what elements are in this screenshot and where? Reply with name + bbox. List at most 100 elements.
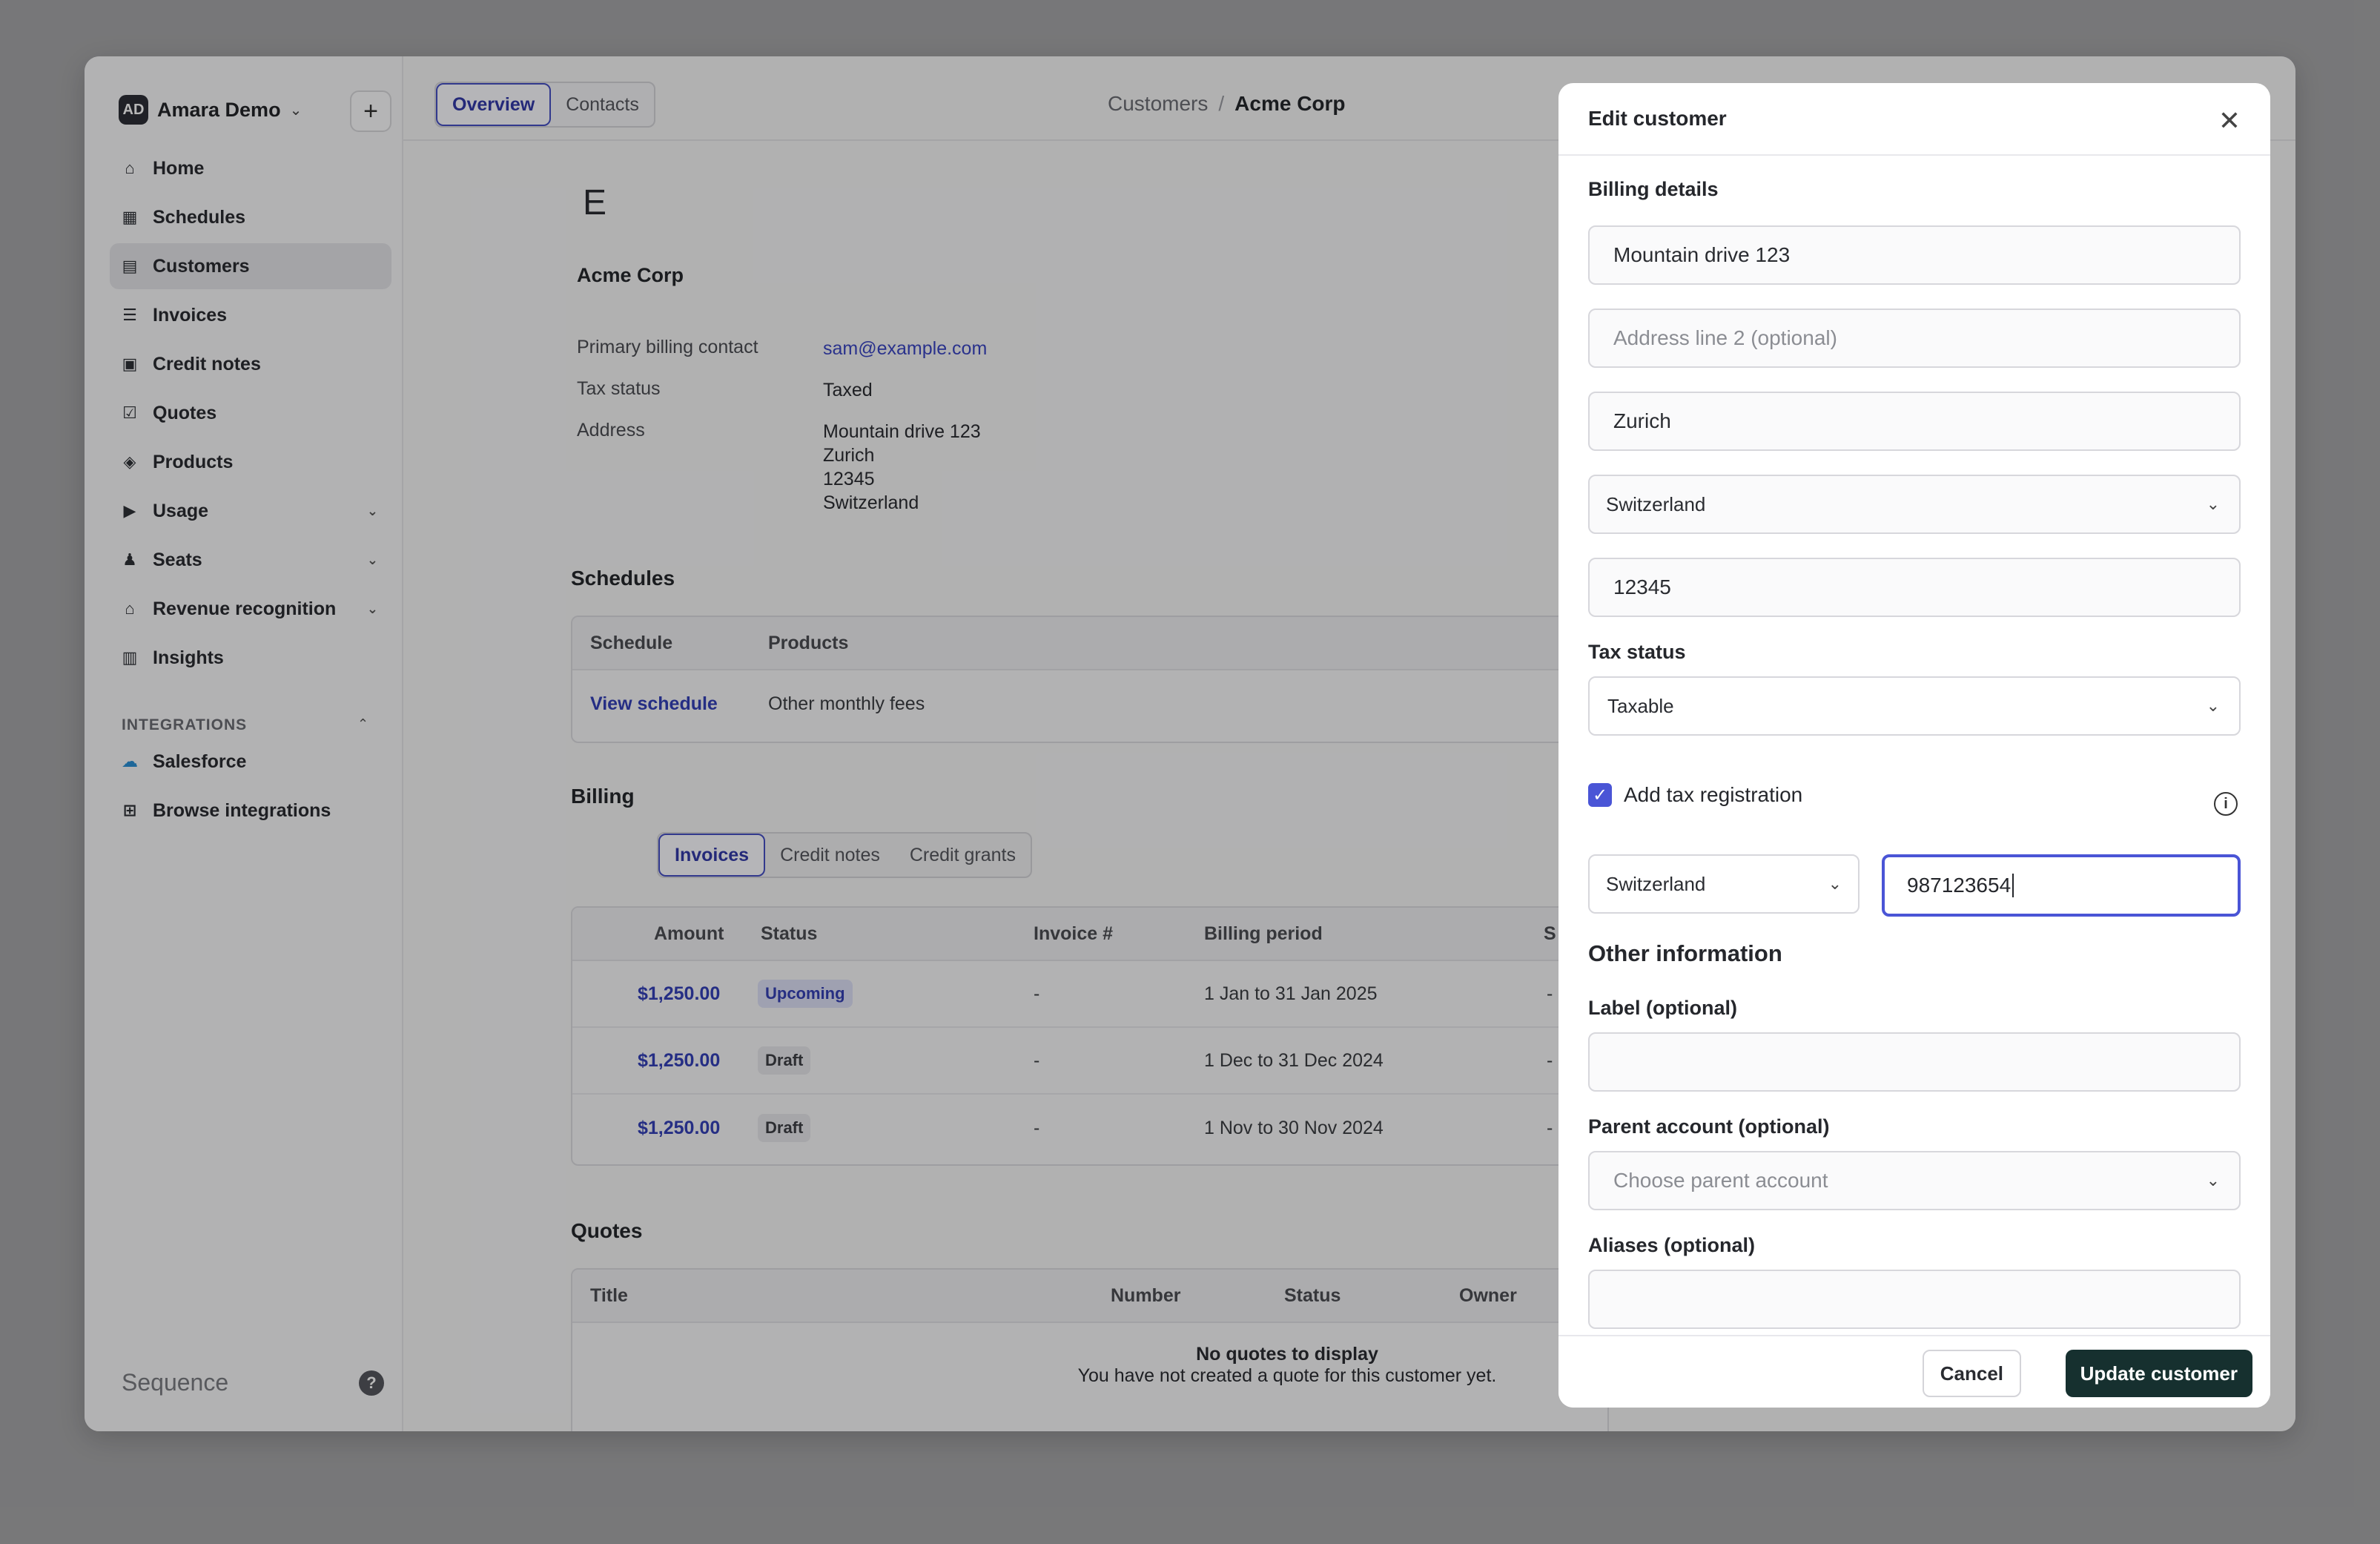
tab-credit-grants[interactable]: Credit grants — [895, 834, 1031, 877]
chevron-up-icon[interactable]: ⌃ — [357, 716, 368, 732]
sidebar-item-customers[interactable]: ▤ Customers — [110, 243, 391, 289]
address-line: Mountain drive 123 — [823, 421, 981, 442]
table-header: Schedule Products — [572, 617, 1607, 670]
sidebar-item-label: Invoices — [153, 304, 228, 326]
chevron-down-icon: ⌄ — [366, 503, 378, 518]
address-line2-input[interactable]: Address line 2 (optional) — [1588, 309, 2241, 368]
home-icon: ⌂ — [125, 159, 135, 177]
integrations-heading: INTEGRATIONS — [122, 716, 248, 733]
sidebar-item-browse-integrations[interactable]: ⊞ Browse integrations — [110, 788, 391, 834]
sidebar-item-credit-notes[interactable]: ▣ Credit notes — [110, 341, 391, 387]
calendar-icon: ▦ — [122, 208, 138, 226]
chevron-down-icon: ⌄ — [289, 102, 303, 119]
quotes-heading: Quotes — [571, 1219, 643, 1242]
invoice-number: - — [1034, 983, 1040, 1004]
sidebar-item-seats[interactable]: ♟ Seats ⌄ — [110, 537, 391, 583]
sidebar-item-label: Browse integrations — [153, 799, 331, 821]
extra-cell: - — [1547, 983, 1553, 1004]
sidebar-item-home[interactable]: ⌂ Home — [110, 145, 391, 191]
add-tax-registration-checkbox[interactable]: ✓ — [1588, 783, 1612, 807]
sidebar-item-insights[interactable]: ▥ Insights — [110, 635, 391, 681]
sidebar-item-revenue-recognition[interactable]: ⌂ Revenue recognition ⌄ — [110, 586, 391, 632]
cancel-button[interactable]: Cancel — [1922, 1350, 2021, 1397]
workspace-switcher[interactable]: AD Amara Demo ⌄ — [119, 95, 302, 125]
postcode-input[interactable]: 12345 — [1588, 558, 2241, 617]
modal-header: Edit customer ✕ — [1558, 83, 2270, 156]
sidebar-item-schedules[interactable]: ▦ Schedules — [110, 194, 391, 240]
invoice-number: - — [1034, 1049, 1040, 1071]
billing-period: 1 Dec to 31 Dec 2024 — [1204, 1049, 1384, 1071]
view-schedule-link[interactable]: View schedule — [590, 693, 718, 715]
address-line: 12345 — [823, 469, 875, 489]
table-row[interactable]: $1,250.00 Upcoming - 1 Jan to 31 Jan 202… — [572, 961, 1607, 1028]
status-badge: Upcoming — [758, 980, 853, 1008]
empty-subtitle: You have not created a quote for this cu… — [1077, 1365, 1497, 1386]
chevron-down-icon: ⌄ — [2206, 1171, 2220, 1190]
terminal-icon: ▶ — [123, 501, 136, 520]
sidebar-item-products[interactable]: ◈ Products — [110, 439, 391, 485]
text-caret — [2012, 874, 2014, 897]
breadcrumb-separator: / — [1218, 92, 1225, 115]
chevron-down-icon: ⌄ — [366, 601, 378, 616]
billing-tabs: Invoices Credit notes Credit grants — [657, 832, 1032, 878]
column-header: Number — [1111, 1284, 1181, 1306]
country-select[interactable]: Switzerland ⌄ — [1588, 475, 2241, 534]
tab-invoices[interactable]: Invoices — [658, 834, 766, 877]
column-header: Schedule — [590, 632, 673, 653]
billing-contact-link[interactable]: sam@example.com — [823, 337, 987, 360]
sidebar-item-salesforce[interactable]: ☁ Salesforce — [110, 739, 391, 785]
table-row[interactable]: $1,250.00 Draft - 1 Nov to 30 Nov 2024 - — [572, 1095, 1607, 1161]
column-header: Billing period — [1204, 923, 1323, 944]
table-row[interactable]: $1,250.00 Draft - 1 Dec to 31 Dec 2024 - — [572, 1028, 1607, 1095]
invoice-amount[interactable]: $1,250.00 — [638, 1118, 720, 1139]
column-header: Invoice # — [1034, 923, 1113, 944]
city-input[interactable]: Zurich — [1588, 392, 2241, 451]
breadcrumb-current: Acme Corp — [1234, 92, 1346, 115]
tax-status-select[interactable]: Taxable ⌄ — [1588, 676, 2241, 736]
products-cell: Other monthly fees — [768, 693, 925, 714]
breadcrumb-parent[interactable]: Customers — [1108, 92, 1208, 115]
add-button[interactable]: + — [350, 90, 391, 132]
tab-contacts[interactable]: Contacts — [551, 83, 654, 126]
add-tax-registration-label[interactable]: Add tax registration — [1624, 783, 1802, 807]
id-card-icon: ▤ — [122, 257, 138, 275]
tax-id-value: 987123654 — [1907, 874, 2012, 897]
customer-info: Primary billing contact sam@example.com T… — [577, 337, 987, 532]
label-input[interactable] — [1588, 1032, 2241, 1092]
table-header: Title Number Status Owner — [572, 1270, 1607, 1323]
parent-account-label: Parent account (optional) — [1588, 1115, 1830, 1138]
parent-account-select[interactable]: Choose parent account ⌄ — [1588, 1151, 2241, 1210]
invoice-amount[interactable]: $1,250.00 — [638, 983, 720, 1005]
info-label: Tax status — [577, 378, 661, 399]
help-icon[interactable]: ? — [359, 1370, 384, 1396]
tab-credit-notes[interactable]: Credit notes — [765, 834, 895, 877]
tax-id-input[interactable]: 987123654 — [1882, 854, 2241, 917]
extra-cell: - — [1547, 1117, 1553, 1138]
sidebar-item-label: Credit notes — [153, 353, 261, 375]
sidebar-item-invoices[interactable]: ☰ Invoices — [110, 292, 391, 338]
aliases-input[interactable] — [1588, 1270, 2241, 1329]
quotes-table: Title Number Status Owner No quotes to d… — [571, 1268, 1609, 1431]
workspace-avatar: AD — [119, 95, 148, 125]
invoice-amount[interactable]: $1,250.00 — [638, 1050, 720, 1072]
stack-icon: ☰ — [122, 306, 137, 324]
tax-country-select[interactable]: Switzerland ⌄ — [1588, 854, 1860, 914]
column-header: Status — [761, 923, 818, 944]
bank-icon: ⌂ — [125, 599, 135, 618]
update-customer-button[interactable]: Update customer — [2065, 1350, 2252, 1397]
close-icon[interactable]: ✕ — [2218, 105, 2241, 136]
empty-title: No quotes to display — [1196, 1344, 1378, 1365]
tab-overview[interactable]: Overview — [436, 83, 552, 126]
sidebar-item-quotes[interactable]: ☑ Quotes — [110, 390, 391, 436]
address-line1-input[interactable]: Mountain drive 123 — [1588, 225, 2241, 285]
column-header: Amount — [654, 923, 724, 944]
sidebar-item-usage[interactable]: ▶ Usage ⌄ — [110, 488, 391, 534]
schedules-table: Schedule Products View schedule Other mo… — [571, 616, 1609, 743]
billing-heading: Billing — [571, 785, 635, 808]
check-doc-icon: ☑ — [122, 403, 137, 422]
breadcrumb: Customers / Acme Corp — [1108, 92, 1346, 116]
table-header: Amount Status Invoice # Billing period S — [572, 908, 1607, 961]
info-icon[interactable]: i — [2214, 792, 2238, 816]
column-header: Title — [590, 1284, 628, 1306]
billing-period: 1 Jan to 31 Jan 2025 — [1204, 983, 1378, 1004]
